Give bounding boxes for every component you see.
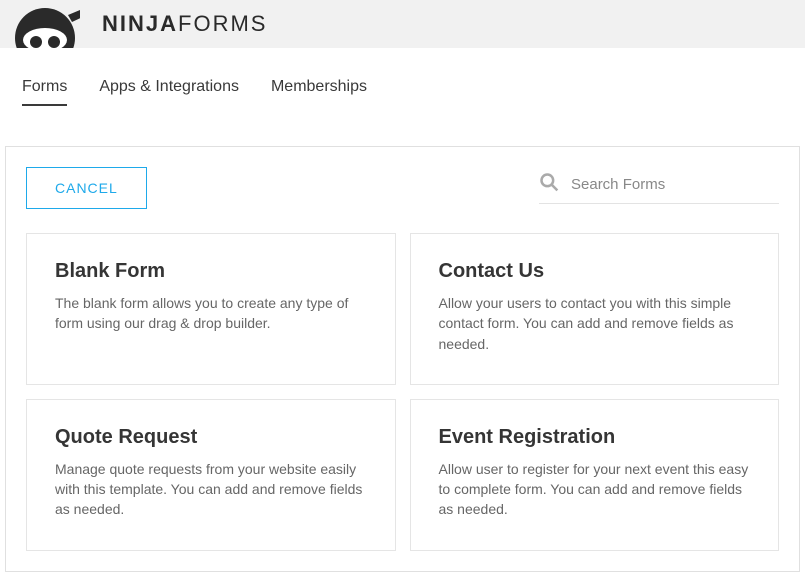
- template-card-quote-request[interactable]: Quote Request Manage quote requests from…: [26, 399, 396, 551]
- tab-forms[interactable]: Forms: [22, 78, 67, 106]
- template-desc: Manage quote requests from your website …: [55, 459, 367, 520]
- template-card-event-registration[interactable]: Event Registration Allow user to registe…: [410, 399, 780, 551]
- ninja-logo-icon: [10, 0, 80, 48]
- template-grid: Blank Form The blank form allows you to …: [26, 233, 779, 551]
- template-card-contact-us[interactable]: Contact Us Allow your users to contact y…: [410, 233, 780, 385]
- tab-apps-integrations[interactable]: Apps & Integrations: [99, 78, 239, 106]
- template-title: Quote Request: [55, 426, 367, 449]
- templates-panel: CANCEL Blank Form The blank form allows …: [5, 146, 800, 572]
- brand-bold: NINJA: [102, 11, 178, 36]
- template-title: Event Registration: [439, 426, 751, 449]
- search-wrap: [539, 172, 779, 204]
- template-desc: Allow your users to contact you with thi…: [439, 293, 751, 354]
- template-title: Blank Form: [55, 260, 367, 283]
- tab-memberships[interactable]: Memberships: [271, 78, 367, 106]
- search-input[interactable]: [571, 176, 779, 193]
- cancel-button[interactable]: CANCEL: [26, 167, 147, 209]
- template-desc: The blank form allows you to create any …: [55, 293, 367, 334]
- template-desc: Allow user to register for your next eve…: [439, 459, 751, 520]
- template-title: Contact Us: [439, 260, 751, 283]
- nav-tabs: Forms Apps & Integrations Memberships: [0, 48, 805, 106]
- header-bar: NINJAFORMS: [0, 0, 805, 48]
- brand-text: NINJAFORMS: [102, 11, 267, 37]
- panel-toolbar: CANCEL: [26, 167, 779, 209]
- template-card-blank-form[interactable]: Blank Form The blank form allows you to …: [26, 233, 396, 385]
- search-icon: [539, 172, 559, 197]
- brand-light: FORMS: [178, 11, 267, 36]
